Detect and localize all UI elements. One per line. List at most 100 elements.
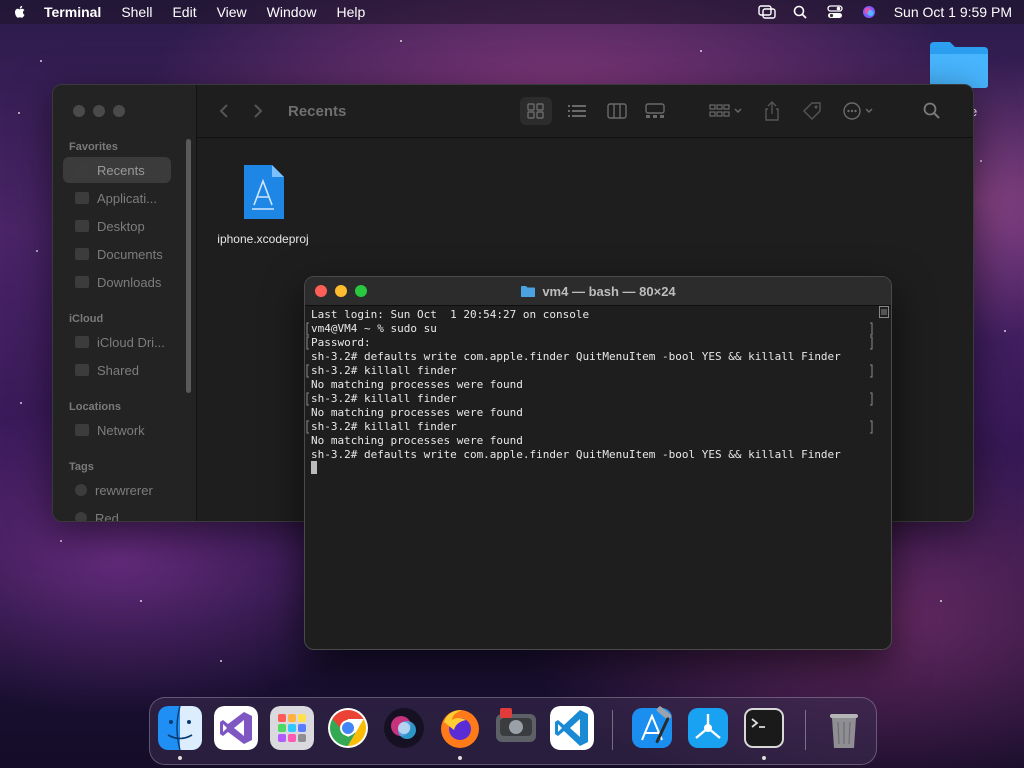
running-indicator (458, 756, 462, 760)
chevron-right-icon (254, 104, 263, 118)
xcodeproj-icon (244, 165, 284, 219)
sidebar-header-tags: Tags (69, 461, 94, 473)
sidebar-item-desktop[interactable]: Desktop (63, 213, 171, 239)
vscode-icon[interactable] (550, 706, 594, 750)
share-button[interactable] (760, 99, 784, 123)
visual-studio-icon[interactable] (214, 706, 258, 750)
dock-separator (805, 710, 806, 750)
sidebar-item-label: rewwrerer (95, 482, 153, 498)
mark-bracket-left (306, 392, 309, 406)
file-item[interactable]: iphone.xcodeproj (208, 163, 318, 246)
tag-button[interactable] (800, 99, 824, 123)
zoom-button[interactable] (113, 105, 125, 117)
sidebar-item-applications[interactable]: Applicati... (63, 185, 171, 211)
back-button[interactable] (212, 99, 236, 123)
siri-app-icon[interactable] (382, 706, 426, 750)
star (940, 600, 942, 602)
terminal-titlebar: vm4 — bash — 80×24 (305, 277, 891, 306)
star (60, 540, 62, 542)
screen-mirroring-icon[interactable] (758, 5, 776, 19)
file-name: iphone.xcodeproj (217, 232, 309, 246)
menu-help[interactable]: Help (336, 4, 365, 20)
apple-icon[interactable] (12, 4, 28, 20)
launchpad-icon[interactable] (270, 706, 314, 750)
tag-icon (803, 102, 822, 120)
zoom-button[interactable] (355, 285, 367, 297)
gallery-icon (645, 103, 666, 118)
finder-icon[interactable] (158, 706, 202, 750)
control-center-icon[interactable] (826, 5, 844, 19)
dock (149, 697, 877, 765)
minimize-button[interactable] (93, 105, 105, 117)
star (40, 60, 42, 62)
list-icon (568, 105, 587, 117)
columns-icon (607, 103, 628, 119)
ellipsis-circle-icon (843, 102, 873, 120)
list-view-button[interactable] (562, 99, 592, 123)
menu-edit[interactable]: Edit (172, 4, 196, 20)
menu-shell[interactable]: Shell (121, 4, 152, 20)
mark-bracket-right (870, 322, 873, 336)
terminal-line: sh-3.2# defaults write com.apple.finder … (311, 448, 841, 461)
terminal-title: vm4 — bash — 80×24 (520, 283, 676, 299)
sidebar-item-recents[interactable]: Recents (63, 157, 171, 183)
icon-view-button[interactable] (520, 97, 553, 125)
group-by-button[interactable] (706, 99, 746, 123)
scroll-marker-icon[interactable] (879, 306, 889, 318)
mark-bracket-left (306, 322, 309, 336)
sidebar-item-icloud-drive[interactable]: iCloud Dri... (63, 329, 171, 355)
menu-window[interactable]: Window (267, 4, 317, 20)
disk-utility-icon[interactable] (494, 706, 538, 750)
applications-icon (75, 192, 89, 204)
terminal-title-text: vm4 — bash — 80×24 (542, 283, 676, 299)
star (400, 40, 402, 42)
shared-folder-icon (75, 364, 89, 376)
search-button[interactable] (920, 99, 944, 123)
star (36, 250, 38, 252)
close-button[interactable] (73, 105, 85, 117)
sidebar-item-shared[interactable]: Shared (63, 357, 171, 383)
share-icon (765, 101, 780, 121)
chrome-icon[interactable] (326, 706, 370, 750)
menu-clock[interactable]: Sun Oct 1 9:59 PM (894, 4, 1012, 20)
more-actions-button[interactable] (840, 99, 880, 123)
menu-app-terminal[interactable]: Terminal (44, 4, 101, 20)
desktop-icon (75, 220, 89, 232)
dock-separator (612, 710, 613, 750)
close-button[interactable] (315, 285, 327, 297)
terminal-line: sh-3.2# killall finder (311, 392, 457, 405)
spotlight-search-icon[interactable] (792, 5, 810, 19)
firefox-icon[interactable] (438, 706, 482, 750)
siri-icon[interactable] (860, 5, 878, 19)
terminal-window: vm4 — bash — 80×24 Last login: Sun Oct 1… (304, 276, 892, 650)
terminal-line: vm4@VM4 ~ % sudo su (311, 322, 437, 335)
forward-button[interactable] (246, 99, 270, 123)
mark-bracket-left (306, 420, 309, 434)
sidebar-scrollbar[interactable] (186, 139, 191, 393)
sidebar-item-label: Desktop (97, 218, 145, 234)
running-indicator (178, 756, 182, 760)
star (20, 402, 22, 404)
desktop-folder-icon[interactable] (928, 40, 990, 90)
sidebar-item-tag-red[interactable]: Red (63, 505, 171, 521)
sidebar-item-documents[interactable]: Documents (63, 241, 171, 267)
terminal-output[interactable]: Last login: Sun Oct 1 20:54:27 on consol… (305, 306, 891, 649)
sidebar-item-downloads[interactable]: Downloads (63, 269, 171, 295)
menu-view[interactable]: View (217, 4, 247, 20)
gallery-view-button[interactable] (640, 99, 670, 123)
sidebar-item-network[interactable]: Network (63, 417, 171, 443)
column-view-button[interactable] (602, 99, 632, 123)
grid-icon (527, 103, 545, 119)
minimize-button[interactable] (335, 285, 347, 297)
terminal-line: sh-3.2# killall finder (311, 420, 457, 433)
sidebar-item-label: iCloud Dri... (97, 334, 165, 350)
sidebar-item-tag-rewwrerer[interactable]: rewwrerer (63, 477, 171, 503)
terminal-icon[interactable] (742, 706, 786, 750)
terminal-line: No matching processes were found (311, 378, 523, 391)
sidebar-header-icloud: iCloud (69, 313, 104, 325)
xcode-icon[interactable] (630, 706, 674, 750)
trash-icon[interactable] (822, 706, 866, 750)
sidebar-item-label: Applicati... (97, 190, 157, 206)
cloud-icon (75, 336, 89, 348)
instruments-icon[interactable] (686, 706, 730, 750)
